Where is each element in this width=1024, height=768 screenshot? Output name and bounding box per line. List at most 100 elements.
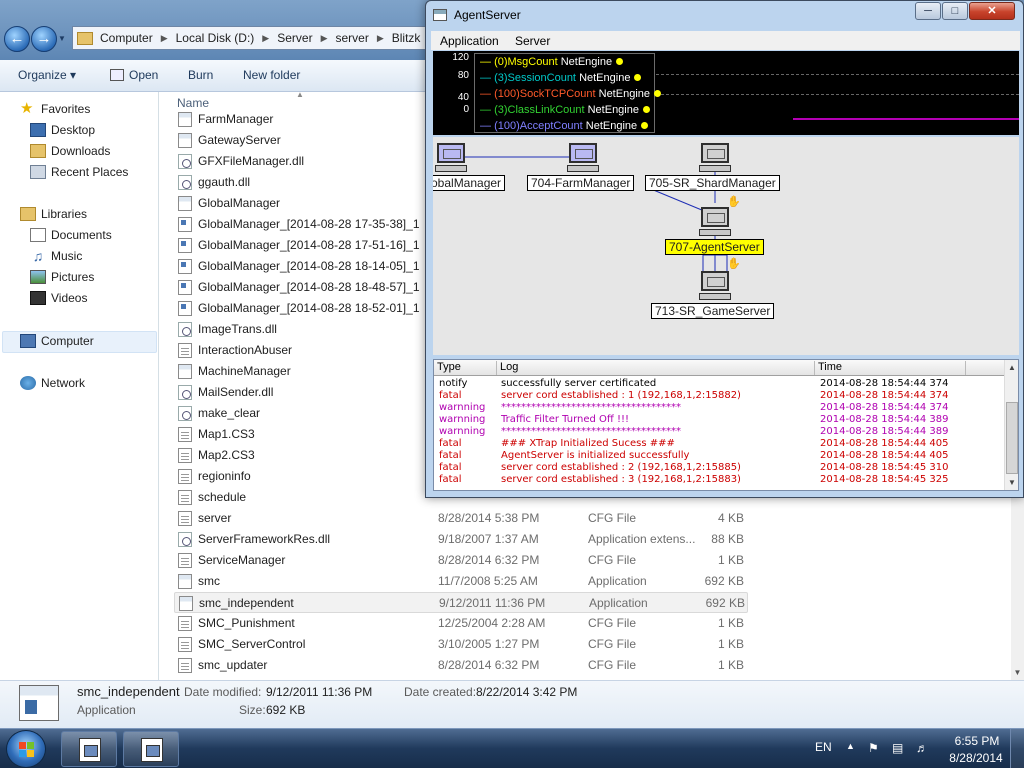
nav-computer[interactable]: Computer xyxy=(20,334,94,348)
file-type: CFG File xyxy=(588,637,636,651)
breadcrumb-server-sub[interactable]: server xyxy=(335,31,368,45)
nav-network[interactable]: Network xyxy=(20,376,85,390)
breadcrumb-blitzk[interactable]: Blitzk xyxy=(392,31,421,45)
nav-favorites[interactable]: ★ Favorites xyxy=(20,101,90,116)
column-header-name[interactable]: Name xyxy=(177,96,209,110)
server-node-globalmanager-icon[interactable] xyxy=(435,141,467,173)
file-size: 692 KB xyxy=(704,574,744,588)
log-row[interactable]: warnning Traffic Filter Turned Off !!! 201… xyxy=(434,414,1004,426)
breadcrumb-server[interactable]: Server xyxy=(277,31,312,45)
server-node-shardmanager-icon[interactable] xyxy=(699,141,731,173)
close-button[interactable]: ✕ xyxy=(969,2,1015,20)
action-center-flag-icon[interactable]: ⚑ xyxy=(868,741,879,755)
taskbar-app-smc[interactable] xyxy=(61,731,117,767)
show-desktop-button[interactable] xyxy=(1010,729,1024,768)
scroll-thumb[interactable] xyxy=(1006,402,1018,474)
file-row[interactable]: smc_updater 8/28/2014 6:32 PM CFG File 1 KB xyxy=(174,655,748,676)
file-name: server xyxy=(198,511,232,525)
node-label-farmmanager[interactable]: 704-FarmManager xyxy=(527,175,635,191)
file-row[interactable]: ServerFrameworkRes.dll 9/18/2007 1:37 AM A… xyxy=(174,529,748,550)
log-row[interactable]: fatal server cord established : 2 (192,16… xyxy=(434,462,1004,474)
show-hidden-icons-icon[interactable]: ▲ xyxy=(846,741,855,751)
log-column-log[interactable]: Log xyxy=(500,361,815,375)
maximize-button[interactable]: □ xyxy=(942,2,968,20)
language-indicator[interactable]: EN xyxy=(815,740,832,754)
nav-music[interactable]: ♫ Music xyxy=(30,249,83,263)
network-icon[interactable]: ▤ xyxy=(892,741,903,755)
breadcrumb-local-disk[interactable]: Local Disk (D:) xyxy=(176,31,255,45)
new-folder-button[interactable]: New folder xyxy=(243,68,300,82)
log-message: server cord established : 1 (192,168,1,2… xyxy=(501,390,741,401)
chevron-right-icon[interactable]: ▶ xyxy=(161,33,168,44)
breadcrumb-computer[interactable]: Computer xyxy=(100,31,153,45)
log-row[interactable]: fatal server cord established : 1 (192,16… xyxy=(434,390,1004,402)
cfg-icon xyxy=(178,490,192,505)
log-row[interactable]: fatal server cord established : 3 (192,16… xyxy=(434,474,1004,486)
log-row[interactable]: notify successfully server certificated 20… xyxy=(434,378,1004,390)
taskbar-app-agentserver[interactable] xyxy=(123,731,179,767)
recent-places-icon xyxy=(30,165,46,179)
file-name: GlobalManager_[2014-08-28 17-35-38]_1 xyxy=(198,217,420,231)
back-button[interactable]: ← xyxy=(4,26,30,52)
nav-recent-places[interactable]: Recent Places xyxy=(30,165,128,179)
log-column-time[interactable]: Time xyxy=(818,361,966,375)
server-node-agentserver-icon[interactable] xyxy=(699,205,731,237)
node-label-shardmanager[interactable]: 705-SR_ShardManager xyxy=(645,175,780,191)
file-row[interactable]: SMC_ServerControl 3/10/2005 1:27 PM CFG Fi… xyxy=(174,634,748,655)
file-name: smc_independent xyxy=(199,596,294,610)
log-row[interactable]: warnning ********************************… xyxy=(434,402,1004,414)
menu-server[interactable]: Server xyxy=(515,34,550,48)
volume-icon[interactable]: ♬ xyxy=(916,741,928,755)
chevron-right-icon[interactable]: ▶ xyxy=(262,33,269,44)
log-scrollbar[interactable]: ▲ ▼ xyxy=(1004,360,1018,490)
start-button[interactable] xyxy=(6,730,46,768)
menu-application[interactable]: Application xyxy=(440,34,499,48)
chevron-right-icon[interactable]: ▶ xyxy=(321,33,328,44)
open-button[interactable]: Open xyxy=(110,68,158,82)
scroll-down-icon[interactable]: ▼ xyxy=(1005,476,1019,490)
file-row[interactable]: smc_independent 9/12/2011 11:36 PM Applica… xyxy=(174,592,748,613)
nav-downloads[interactable]: Downloads xyxy=(30,144,110,158)
log-column-type[interactable]: Type xyxy=(437,361,497,375)
server-node-gameserver-icon[interactable] xyxy=(699,269,731,301)
log-message: ### XTrap Initialized Sucess ### xyxy=(501,438,675,449)
file-row[interactable]: SMC_Punishment 12/25/2004 2:28 AM CFG File… xyxy=(174,613,748,634)
organize-button[interactable]: Organize ▾ xyxy=(18,68,76,82)
recent-pages-chevron-down-icon[interactable]: ▼ xyxy=(58,32,68,46)
nav-pictures[interactable]: Pictures xyxy=(30,270,94,284)
log-row[interactable]: fatal AgentServer is initialized successf… xyxy=(434,450,1004,462)
nav-documents[interactable]: Documents xyxy=(30,228,112,242)
breadcrumb[interactable]: Computer ▶ Local Disk (D:) ▶ Server ▶ se… xyxy=(72,26,432,50)
legend-entry: — (3)ClassLinkCount NetEngine xyxy=(480,104,650,116)
burn-button[interactable]: Burn xyxy=(188,68,213,82)
file-row[interactable]: server 8/28/2014 5:38 PM CFG File 4 KB xyxy=(174,508,748,529)
nav-desktop[interactable]: Desktop xyxy=(30,123,95,137)
file-name: regioninfo xyxy=(198,469,251,483)
chevron-right-icon[interactable]: ▶ xyxy=(377,33,384,44)
node-label-gameserver[interactable]: 713-SR_GameServer xyxy=(651,303,775,319)
hand-icon: ✋ xyxy=(727,196,741,208)
app-icon xyxy=(178,112,192,127)
legend-label: (3)SessionCount xyxy=(494,72,576,84)
nav-videos[interactable]: Videos xyxy=(30,291,87,305)
forward-button[interactable]: → xyxy=(31,26,57,52)
scroll-down-icon[interactable]: ▼ xyxy=(1011,666,1024,680)
node-label-globalmanager[interactable]: obalManager xyxy=(433,175,506,191)
log-time: 2014-08-28 18:54:45 325 xyxy=(820,474,949,485)
cfg-icon xyxy=(178,427,192,442)
file-name: InteractionAbuser xyxy=(198,343,293,357)
log-row[interactable]: warnning ********************************… xyxy=(434,426,1004,438)
file-row[interactable]: ServiceManager 8/28/2014 6:32 PM CFG File 1… xyxy=(174,550,748,571)
nav-libraries[interactable]: Libraries xyxy=(20,207,87,221)
status-dot-icon xyxy=(641,122,649,129)
file-row[interactable]: smc 11/7/2008 5:25 AM Application 692 KB xyxy=(174,571,748,592)
clock-date[interactable]: 8/28/2014 xyxy=(946,751,1006,765)
node-label-agentserver[interactable]: 707-AgentServer xyxy=(665,239,764,255)
file-name: GFXFileManager.dll xyxy=(198,154,305,168)
log-row[interactable]: fatal ### XTrap Initialized Sucess ### 201… xyxy=(434,438,1004,450)
sort-ascending-icon: ▲ xyxy=(296,92,304,99)
minimize-button[interactable]: ─ xyxy=(915,2,941,20)
server-node-farmmanager-icon[interactable] xyxy=(567,141,599,173)
scroll-up-icon[interactable]: ▲ xyxy=(1005,361,1019,375)
clock-time[interactable]: 6:55 PM xyxy=(952,734,1002,748)
